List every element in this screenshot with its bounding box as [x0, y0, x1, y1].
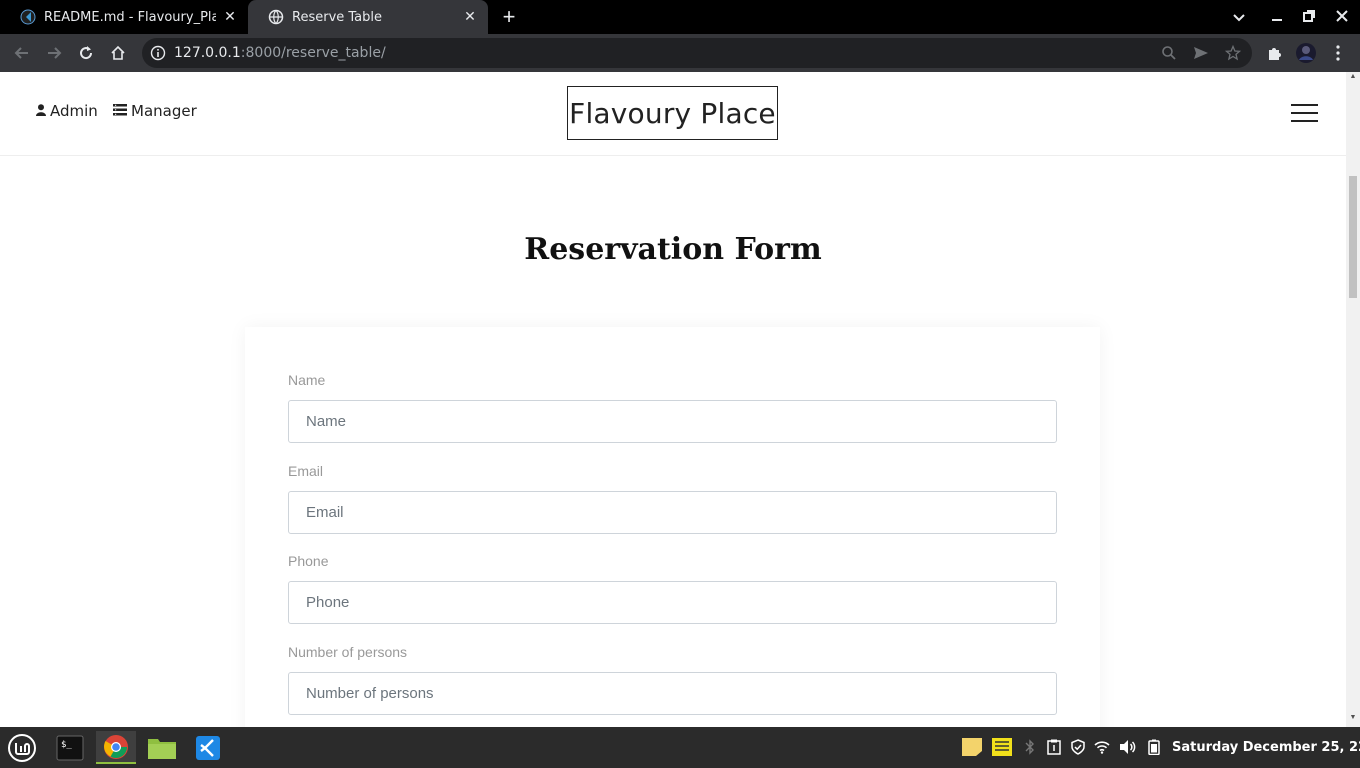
page-title: Reservation Form: [524, 232, 822, 267]
url-host: 127.0.0.1: [174, 45, 241, 61]
extensions-puzzle-icon[interactable]: [1262, 41, 1286, 65]
zoom-icon[interactable]: [1161, 45, 1177, 61]
user-icon: [36, 102, 46, 120]
scroll-up-arrow-icon[interactable]: ▲: [1349, 73, 1357, 80]
browser-toolbar: 127.0.0.1:8000/reserve_table/: [0, 34, 1360, 72]
scroll-down-arrow-icon[interactable]: ▼: [1349, 714, 1357, 721]
url-path: :8000/reserve_table/: [240, 45, 386, 61]
os-taskbar: $_ Saturday December 25, 22:10: [0, 727, 1360, 768]
new-tab-icon[interactable]: +: [498, 6, 520, 28]
shield-icon[interactable]: [1069, 738, 1087, 756]
name-label: Name: [288, 372, 326, 388]
site-header: Admin Manager Flavoury Place: [0, 72, 1346, 156]
list-icon: [113, 102, 127, 120]
vscode-favicon-icon: [20, 9, 36, 25]
url-text: 127.0.0.1:8000/reserve_table/: [174, 45, 386, 61]
notes-list-icon[interactable]: [991, 738, 1013, 756]
minimize-icon[interactable]: [1261, 0, 1293, 34]
browser-tabstrip: README.md - Flavoury_Place ✕ Reserve Tab…: [0, 0, 1360, 34]
terminal-icon[interactable]: $_: [50, 731, 90, 764]
page-viewport: Admin Manager Flavoury Place Reservation…: [0, 72, 1346, 727]
volume-icon[interactable]: [1119, 738, 1137, 756]
taskbar-clock[interactable]: Saturday December 25, 22:10: [1172, 740, 1360, 755]
tab-title: Reserve Table: [292, 9, 383, 25]
sticky-notes-icon[interactable]: [961, 738, 983, 756]
clipboard-icon[interactable]: [1045, 738, 1063, 756]
persons-label: Number of persons: [288, 644, 408, 660]
svg-text:$_: $_: [61, 740, 72, 750]
email-label: Email: [288, 463, 324, 479]
bluetooth-icon[interactable]: [1021, 738, 1039, 756]
reload-icon[interactable]: [74, 41, 98, 65]
battery-icon[interactable]: [1145, 738, 1163, 756]
tab-close-icon[interactable]: ✕: [462, 9, 478, 25]
tab-search-chevron-icon[interactable]: [1223, 0, 1255, 34]
address-bar[interactable]: 127.0.0.1:8000/reserve_table/: [142, 38, 1252, 68]
window-close-icon[interactable]: [1326, 0, 1358, 34]
browser-menu-icon[interactable]: [1326, 41, 1350, 65]
tab-title: README.md - Flavoury_Place: [44, 9, 216, 25]
persons-input[interactable]: [288, 672, 1057, 715]
nav-manager-link[interactable]: Manager: [113, 102, 197, 120]
phone-label: Phone: [288, 553, 329, 569]
wifi-icon[interactable]: [1093, 738, 1111, 756]
forward-icon[interactable]: [42, 41, 66, 65]
nav-admin-label: Admin: [50, 102, 98, 120]
vscode-icon[interactable]: [188, 731, 228, 764]
email-input[interactable]: [288, 491, 1057, 534]
phone-input[interactable]: [288, 581, 1057, 624]
hamburger-menu-icon[interactable]: [1291, 104, 1318, 122]
nav-admin-link[interactable]: Admin: [36, 102, 98, 120]
chrome-icon[interactable]: [96, 731, 136, 764]
bookmark-star-icon[interactable]: [1224, 44, 1242, 61]
globe-icon: [268, 9, 284, 25]
page-scrollbar[interactable]: ▲ ▼: [1346, 72, 1360, 727]
browser-tab-reserve-table[interactable]: Reserve Table ✕: [248, 0, 488, 34]
tab-close-icon[interactable]: ✕: [222, 9, 238, 25]
send-icon[interactable]: [1193, 45, 1209, 61]
site-info-icon[interactable]: [150, 45, 166, 61]
mint-menu-icon[interactable]: [2, 731, 42, 764]
scrollbar-thumb[interactable]: [1349, 176, 1357, 298]
nav-manager-label: Manager: [131, 102, 197, 120]
site-logo[interactable]: Flavoury Place: [567, 86, 778, 140]
profile-avatar[interactable]: [1294, 41, 1318, 65]
browser-tab-readme[interactable]: README.md - Flavoury_Place ✕: [0, 0, 248, 34]
reservation-form: Name Email Phone Number of persons: [245, 327, 1100, 727]
home-icon[interactable]: [106, 41, 130, 65]
restore-icon[interactable]: [1293, 0, 1325, 34]
name-input[interactable]: [288, 400, 1057, 443]
back-icon[interactable]: [10, 41, 34, 65]
files-folder-icon[interactable]: [142, 731, 182, 764]
